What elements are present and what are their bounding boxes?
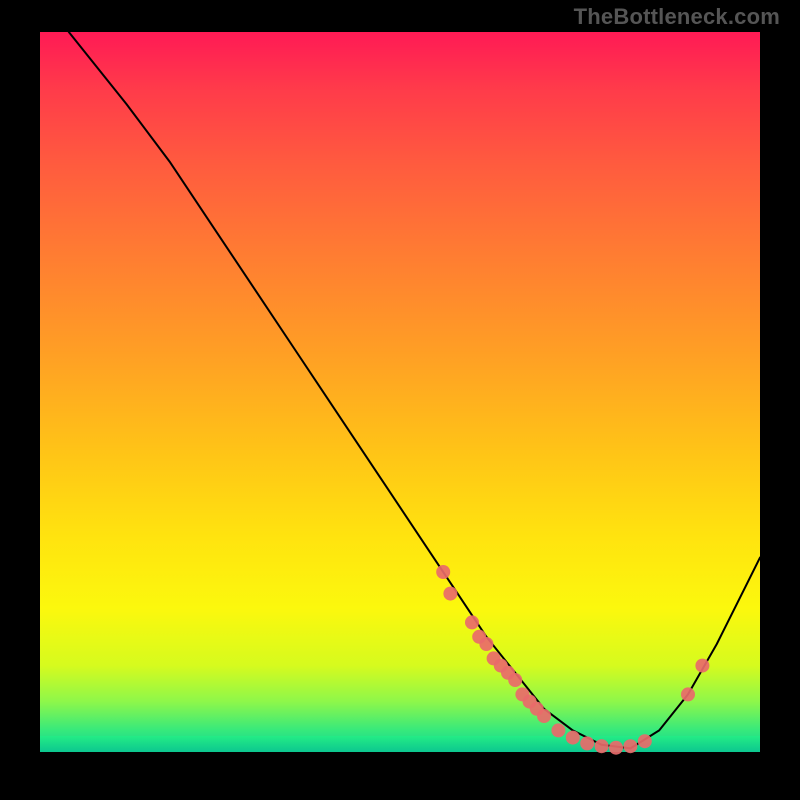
data-point [638,734,652,748]
data-point [537,709,551,723]
data-point [681,687,695,701]
data-point [443,587,457,601]
bottleneck-curve [69,32,760,748]
data-point [695,659,709,673]
data-point [479,637,493,651]
data-point [580,736,594,750]
chart-frame: TheBottleneck.com [0,0,800,800]
highlight-dots [436,565,709,755]
data-point [465,615,479,629]
plot-area [40,32,760,752]
data-point [436,565,450,579]
data-point [595,739,609,753]
data-point [551,723,565,737]
data-point [609,741,623,755]
data-point [508,673,522,687]
plot-svg [40,32,760,752]
data-point [623,739,637,753]
watermark-text: TheBottleneck.com [574,4,780,30]
data-point [566,731,580,745]
